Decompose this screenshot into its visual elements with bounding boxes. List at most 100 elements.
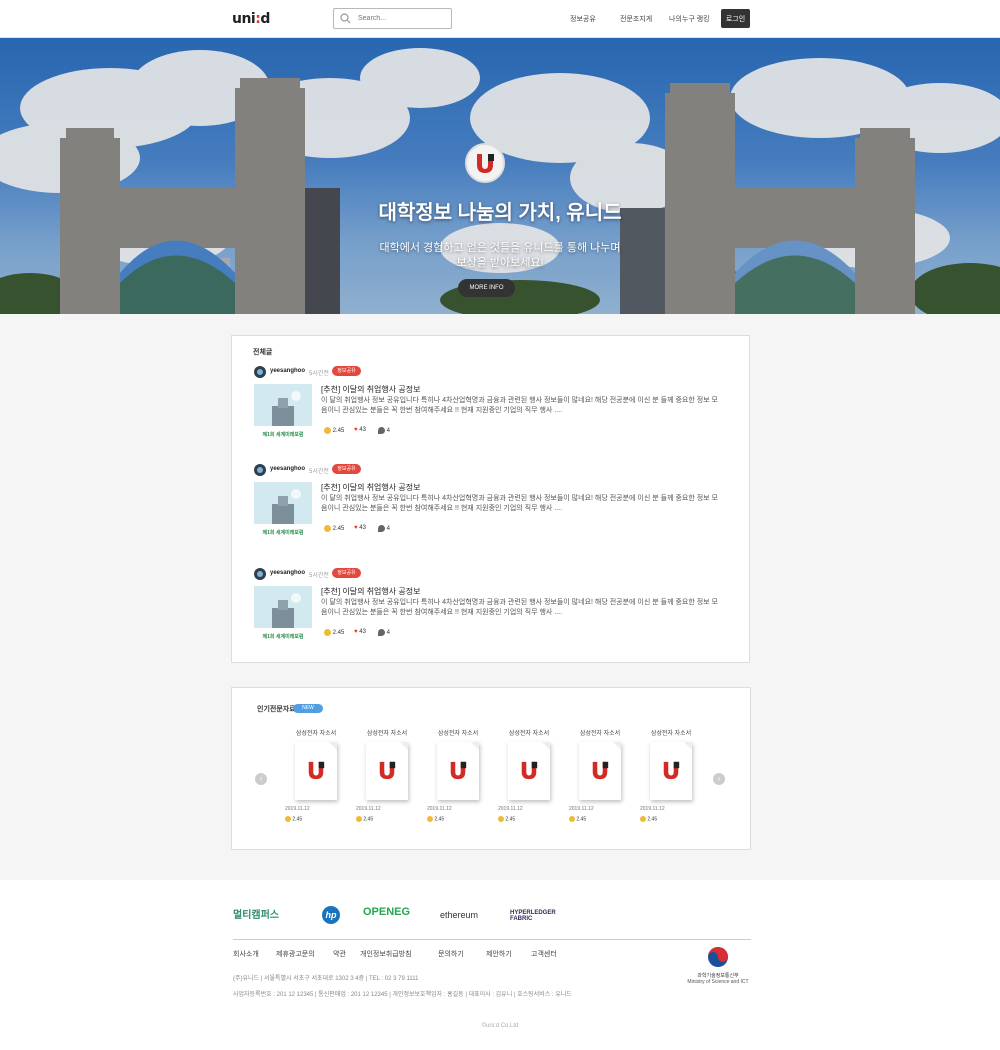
doc-item[interactable]: 삼성전자 자소서 2019.11.12 2.45 <box>352 728 422 838</box>
ministry-name: 과학기술정보통신부 <box>697 973 739 979</box>
doc-title[interactable]: 삼성전자 자소서 <box>281 728 351 737</box>
doc-thumbnail[interactable] <box>437 742 479 800</box>
doc-item[interactable]: 삼성전자 자소서 2019.11.12 2.45 <box>494 728 564 838</box>
doc-date: 2019.11.12 <box>427 806 452 812</box>
partner-openeg[interactable]: OPENEG <box>363 906 410 918</box>
doc-thumbnail[interactable] <box>508 742 550 800</box>
coin-icon <box>324 629 331 636</box>
nav-expert[interactable]: 전문조지게 <box>620 14 652 24</box>
heart-icon[interactable]: ♥ <box>354 427 358 433</box>
taegeuk-icon <box>708 947 728 967</box>
doc-points: 2.45 <box>498 816 515 822</box>
footer-link[interactable]: 제휴광고문의 <box>276 949 315 959</box>
thumbnail-caption: 제1회 세계미래포럼 <box>262 634 304 640</box>
prev-arrow-icon[interactable]: ‹ <box>255 773 267 785</box>
doc-date: 2019.11.12 <box>640 806 665 812</box>
search-input[interactable] <box>358 11 446 26</box>
avatar[interactable] <box>254 366 266 378</box>
doc-title[interactable]: 삼성전자 자소서 <box>636 728 706 737</box>
all-posts-card: 전체글 yeesanghoo 5시간전 정보공유 제1회 세계미래포럼 [추천]… <box>231 335 750 663</box>
new-badge: NEW <box>293 704 323 713</box>
nav-info-share[interactable]: 정보공유 <box>570 14 596 24</box>
doc-thumbnail[interactable] <box>295 742 337 800</box>
doc-points: 2.45 <box>356 816 373 822</box>
post-excerpt: 이 달의 취업행사 정보 공유입니다 특히나 4차산업혁명과 금융과 관련된 행… <box>321 599 718 616</box>
post-points: 2.45 <box>332 526 345 533</box>
post-likes: 43 <box>359 629 366 635</box>
comment-icon[interactable] <box>378 427 385 434</box>
coin-icon <box>356 816 362 822</box>
post-tag[interactable]: 정보공유 <box>332 568 361 578</box>
footer-link[interactable]: 제안하기 <box>486 949 512 959</box>
post-author[interactable]: yeesanghoo <box>270 570 305 576</box>
logo-text-1: uni <box>232 11 256 27</box>
logo-text-2: d <box>260 11 270 27</box>
partner-hp-logo[interactable]: hp <box>322 906 340 924</box>
next-arrow-icon[interactable]: › <box>713 773 725 785</box>
post-author[interactable]: yeesanghoo <box>270 368 305 374</box>
post-time: 5시간전 <box>309 469 329 475</box>
post-points: 2.45 <box>332 630 345 637</box>
unid-logo-icon <box>308 761 325 780</box>
doc-points-value: 2.45 <box>292 816 303 823</box>
post-title[interactable]: [추천] 이달의 취업행사 공정보 <box>321 482 420 493</box>
heart-icon[interactable]: ♥ <box>354 525 358 531</box>
post-points: 2.45 <box>332 428 345 435</box>
doc-item[interactable]: 삼성전자 자소서 2019.11.12 2.45 <box>565 728 635 838</box>
post-thumbnail[interactable]: 제1회 세계미래포럼 <box>254 384 312 446</box>
partner-multicampus[interactable]: 멀티캠퍼스 <box>233 906 279 921</box>
footer-link[interactable]: 회사소개 <box>233 949 259 959</box>
nav-ranking[interactable]: 나의누구 랭킹 <box>669 14 710 24</box>
partner-ethereum[interactable]: ethereum <box>440 910 478 920</box>
doc-item[interactable]: 삼성전자 자소서 2019.11.12 2.45 <box>423 728 493 838</box>
footer-link[interactable]: 약관 <box>333 949 346 959</box>
post-excerpt: 이 달의 취업행사 정보 공유입니다 특히나 4차산업혁명과 금융과 관련된 행… <box>321 495 718 512</box>
site-footer: 멀티캠퍼스 hp OPENEG ethereum HYPERLEDGER FAB… <box>0 880 1000 1050</box>
post-tag[interactable]: 정보공유 <box>332 464 361 474</box>
post-thumbnail[interactable]: 제1회 세계미래포럼 <box>254 482 312 544</box>
doc-title[interactable]: 삼성전자 자소서 <box>565 728 635 737</box>
search-box[interactable] <box>333 8 452 29</box>
post-tag[interactable]: 정보공유 <box>332 366 361 376</box>
doc-points-value: 2.45 <box>576 816 587 823</box>
doc-item[interactable]: 삼성전자 자소서 2019.11.12 2.45 <box>636 728 706 838</box>
coin-icon <box>427 816 433 822</box>
doc-thumbnail[interactable] <box>366 742 408 800</box>
post-excerpt: 이 달의 취업행사 정보 공유입니다 특히나 4차산업혁명과 금융과 관련된 행… <box>321 397 718 414</box>
partner-hyperledger[interactable]: HYPERLEDGER FABRIC <box>510 910 570 922</box>
doc-item[interactable]: 삼성전자 자소서 2019.11.12 2.45 <box>281 728 351 838</box>
ministry-name-en: Ministry of Science and ICT <box>687 979 749 985</box>
feed-title: 전체글 <box>253 349 273 356</box>
top-header: uni:d 정보공유 전문조지게 나의누구 랭킹 로그인 <box>0 0 1000 38</box>
site-logo[interactable]: uni:d <box>232 11 270 27</box>
footer-link[interactable]: 문의하기 <box>438 949 464 959</box>
comment-icon[interactable] <box>378 629 385 636</box>
more-info-button[interactable]: MORE INFO <box>458 279 515 297</box>
doc-title[interactable]: 삼성전자 자소서 <box>352 728 422 737</box>
footer-link[interactable]: 개인정보취급방침 <box>360 949 412 959</box>
doc-points-value: 2.45 <box>647 816 658 823</box>
unid-logo-icon <box>379 761 396 780</box>
footer-link[interactable]: 고객센터 <box>531 949 557 959</box>
doc-title[interactable]: 삼성전자 자소서 <box>494 728 564 737</box>
avatar[interactable] <box>254 568 266 580</box>
doc-thumbnail[interactable] <box>579 742 621 800</box>
popular-title: 인기전문자료 <box>257 706 296 713</box>
coin-icon <box>285 816 291 822</box>
post-title[interactable]: [추천] 이달의 취업행사 공정보 <box>321 586 420 597</box>
unid-logo-icon <box>663 761 680 780</box>
doc-thumbnail[interactable] <box>650 742 692 800</box>
login-button[interactable]: 로그인 <box>721 9 750 28</box>
post-title[interactable]: [추천] 이달의 취업행사 공정보 <box>321 384 420 395</box>
heart-icon[interactable]: ♥ <box>354 629 358 635</box>
coin-icon <box>324 525 331 532</box>
doc-title[interactable]: 삼성전자 자소서 <box>423 728 493 737</box>
avatar[interactable] <box>254 464 266 476</box>
comment-icon[interactable] <box>378 525 385 532</box>
search-icon <box>340 13 351 24</box>
post-author[interactable]: yeesanghoo <box>270 466 305 472</box>
post-thumbnail[interactable]: 제1회 세계미래포럼 <box>254 586 312 648</box>
hero-subtitle-line1: 대학에서 경험하고 얻은 것들을 유니드를 통해 나누며 <box>379 242 621 254</box>
post-time: 5시간전 <box>309 573 329 579</box>
post-meta: yeesanghoo 5시간전 정보공유 <box>254 464 454 478</box>
